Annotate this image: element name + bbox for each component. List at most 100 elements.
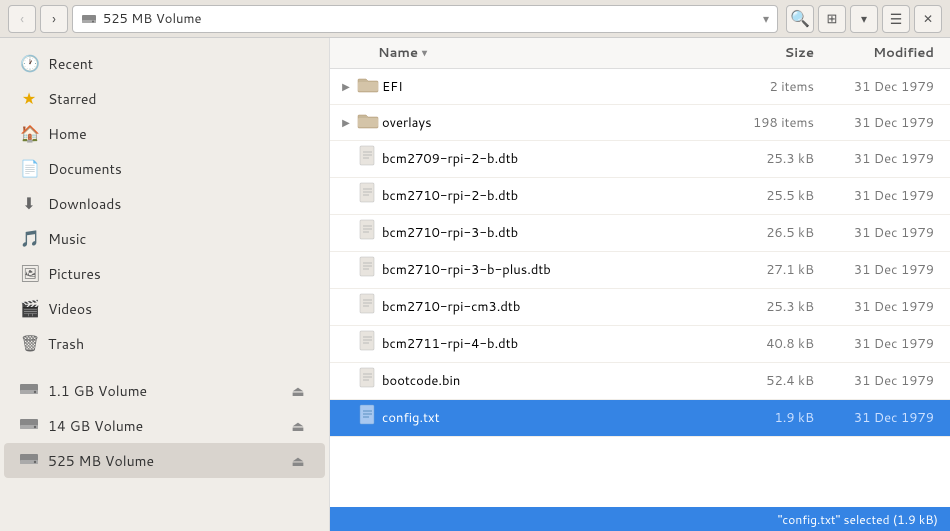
sidebar-item-videos[interactable]: 🎬 Videos [4,291,325,326]
table-row[interactable]: bootcode.bin52.4 kB31 Dec 1979 [330,363,950,400]
sidebar-item-label: Pictures [48,264,309,284]
location-dropdown-icon[interactable]: ▾ [763,10,769,27]
table-row[interactable]: bcm2710-rpi-3-b.dtb26.5 kB31 Dec 1979 [330,215,950,252]
sidebar-item-home[interactable]: 🏠 Home [4,116,325,151]
file-icon [354,256,382,284]
close-button[interactable]: ✕ [914,5,942,33]
file-name-label: bcm2710-rpi-3-b-plus.dtb [382,261,710,279]
table-row[interactable]: bcm2711-rpi-4-b.dtb40.8 kB31 Dec 1979 [330,326,950,363]
file-icon [354,330,382,358]
table-row[interactable]: bcm2710-rpi-3-b-plus.dtb27.1 kB31 Dec 19… [330,252,950,289]
eject-button-vol525[interactable]: ⏏ [287,450,309,472]
close-icon: ✕ [923,10,933,27]
main-area: 🕐 Recent ★ Starred 🏠 Home 📄 Documents ⬇ … [0,38,950,531]
search-button[interactable]: 🔍 [786,5,814,33]
file-size-label: 25.5 kB [710,187,830,205]
sidebar-item-label: Home [48,124,309,144]
table-row[interactable]: ▶ EFI2 items31 Dec 1979 [330,69,950,105]
file-name-label: overlays [382,114,710,132]
file-icon [354,145,382,173]
location-bar[interactable]: 525 MB Volume ▾ [72,5,778,33]
file-name-label: bcm2710-rpi-3-b.dtb [382,224,710,242]
file-icon [354,219,382,247]
file-icon [354,367,382,395]
view-grid-icon: ⊞ [827,10,838,28]
file-modified-label: 31 Dec 1979 [830,150,950,168]
table-row[interactable]: bcm2709-rpi-2-b.dtb25.3 kB31 Dec 1979 [330,141,950,178]
file-size-label: 198 items [710,114,830,132]
sort-arrow-icon: ▾ [422,46,427,60]
videos-icon: 🎬 [20,297,38,320]
col-modified-header[interactable]: Modified [830,44,950,62]
view-options-icon: ▾ [861,10,867,27]
sidebar: 🕐 Recent ★ Starred 🏠 Home 📄 Documents ⬇ … [0,38,330,531]
sidebar-item-label: Downloads [48,194,309,214]
music-icon: 🎵 [20,227,38,250]
sidebar-item-downloads[interactable]: ⬇ Downloads [4,186,325,221]
sidebar-item-vol-525mb[interactable]: 525 MB Volume ⏏ [4,443,325,478]
volume-icon [20,414,38,437]
file-list: ▶ EFI2 items31 Dec 1979▶ overlays198 ite… [330,69,950,507]
file-modified-label: 31 Dec 1979 [830,261,950,279]
col-size-header[interactable]: Size [710,44,830,62]
file-modified-label: 31 Dec 1979 [830,409,950,427]
sidebar-item-trash[interactable]: 🗑 Trash [4,326,325,361]
file-size-label: 40.8 kB [710,335,830,353]
sidebar-item-recent[interactable]: 🕐 Recent [4,46,325,81]
search-icon: 🔍 [790,7,810,30]
file-panel: Name ▾ Size Modified ▶ EFI2 items31 Dec … [330,38,950,531]
forward-button[interactable]: › [40,5,68,33]
titlebar-actions: 🔍 ⊞ ▾ ☰ ✕ [786,5,942,33]
view-options-button[interactable]: ▾ [850,5,878,33]
file-modified-label: 31 Dec 1979 [830,224,950,242]
sidebar-item-vol-1gb[interactable]: 1.1 GB Volume ⏏ [4,373,325,408]
folder-icon [354,110,382,136]
file-name-label: config.txt [382,409,710,427]
recent-icon: 🕐 [20,52,38,75]
file-name-label: bcm2709-rpi-2-b.dtb [382,150,710,168]
file-modified-label: 31 Dec 1979 [830,78,950,96]
expand-icon[interactable]: ▶ [338,80,354,94]
file-modified-label: 31 Dec 1979 [830,298,950,316]
status-bar: "config.txt" selected (1.9 kB) [330,507,950,531]
file-modified-label: 31 Dec 1979 [830,187,950,205]
starred-icon: ★ [20,87,38,110]
table-row[interactable]: ▶ overlays198 items31 Dec 1979 [330,105,950,141]
sidebar-item-music[interactable]: 🎵 Music [4,221,325,256]
file-name-label: bcm2710-rpi-cm3.dtb [382,298,710,316]
col-name-header[interactable]: Name ▾ [330,44,710,62]
eject-button-vol1[interactable]: ⏏ [287,380,309,402]
file-name-label: bootcode.bin [382,372,710,390]
file-list-header: Name ▾ Size Modified [330,38,950,69]
menu-button[interactable]: ☰ [882,5,910,33]
pictures-icon: 🖼 [20,262,38,285]
file-size-label: 25.3 kB [710,298,830,316]
back-button[interactable]: ‹ [8,5,36,33]
sidebar-item-documents[interactable]: 📄 Documents [4,151,325,186]
file-icon [354,182,382,210]
expand-icon[interactable]: ▶ [338,116,354,130]
sidebar-item-vol-14gb[interactable]: 14 GB Volume ⏏ [4,408,325,443]
trash-icon: 🗑 [20,332,38,355]
back-icon: ‹ [20,9,24,29]
menu-icon: ☰ [890,9,903,29]
volume-icon [20,449,38,472]
status-text: "config.txt" selected (1.9 kB) [778,511,938,528]
file-modified-label: 31 Dec 1979 [830,114,950,132]
eject-button-vol14[interactable]: ⏏ [287,415,309,437]
file-icon [354,293,382,321]
sidebar-item-label: 525 MB Volume [48,451,277,471]
file-name-label: bcm2710-rpi-2-b.dtb [382,187,710,205]
sidebar-item-starred[interactable]: ★ Starred [4,81,325,116]
file-size-label: 26.5 kB [710,224,830,242]
table-row[interactable]: config.txt1.9 kB31 Dec 1979 [330,400,950,437]
table-row[interactable]: bcm2710-rpi-2-b.dtb25.5 kB31 Dec 1979 [330,178,950,215]
view-grid-button[interactable]: ⊞ [818,5,846,33]
sidebar-item-label: 14 GB Volume [48,416,277,436]
file-size-label: 1.9 kB [710,409,830,427]
table-row[interactable]: bcm2710-rpi-cm3.dtb25.3 kB31 Dec 1979 [330,289,950,326]
sidebar-item-label: Videos [48,299,309,319]
volume-icon [20,379,38,402]
location-text: 525 MB Volume [103,10,202,28]
sidebar-item-pictures[interactable]: 🖼 Pictures [4,256,325,291]
